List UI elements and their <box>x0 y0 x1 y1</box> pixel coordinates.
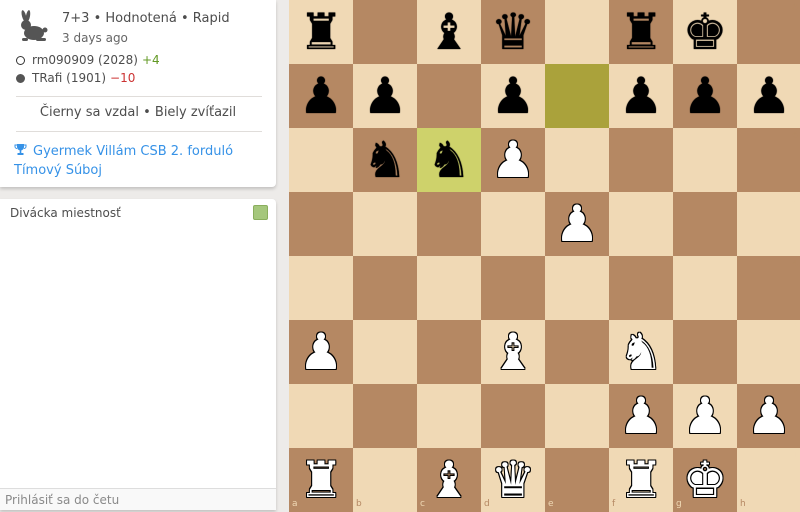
square-c3[interactable] <box>417 320 481 384</box>
tournament-link[interactable]: Gyermek Villám CSB 2. forduló Tímový Súb… <box>14 142 266 180</box>
square-d2[interactable] <box>481 384 545 448</box>
white-bishop-piece[interactable]: ♝ <box>481 320 545 384</box>
chess-board[interactable]: 8 7 6 5 4 3 2 1 a b c d e f g h ♜ ♝ ♛ ♜ ♚ ♟ ♟ ♟ ♟ ♟ ♟ ♞ ♞ ♟ ♟ ♟ ♝ ♞ ♟ ♟ ♟ ♜ ♝ ♛… <box>289 0 800 512</box>
square-h1[interactable] <box>737 448 800 512</box>
square-a2[interactable] <box>289 384 353 448</box>
white-king-piece[interactable]: ♚ <box>673 448 737 512</box>
square-b2[interactable] <box>353 384 417 448</box>
chat-toggle[interactable] <box>253 205 268 220</box>
game-info-panel: 7+3 • Hodnotená • Rapid 3 days ago rm090… <box>0 0 276 187</box>
player-white[interactable]: rm090909 (2028) +4 <box>16 53 160 67</box>
white-pawn-piece[interactable]: ♟ <box>481 128 545 192</box>
game-title: 7+3 • Hodnotená • Rapid <box>62 11 230 26</box>
square-g5[interactable] <box>673 192 737 256</box>
white-knight-piece[interactable]: ♞ <box>609 320 673 384</box>
square-a6[interactable] <box>289 128 353 192</box>
square-g4[interactable] <box>673 256 737 320</box>
square-h6[interactable] <box>737 128 800 192</box>
black-pawn-piece[interactable]: ♟ <box>609 64 673 128</box>
black-knight-piece[interactable]: ♞ <box>417 128 481 192</box>
square-a5[interactable] <box>289 192 353 256</box>
black-rook-piece[interactable]: ♜ <box>289 0 353 64</box>
square-e8[interactable] <box>545 0 609 64</box>
rating-diff: +4 <box>141 53 160 67</box>
black-king-piece[interactable]: ♚ <box>673 0 737 64</box>
player-name[interactable]: rm090909 (2028) <box>32 53 138 67</box>
square-a4[interactable] <box>289 256 353 320</box>
square-b5[interactable] <box>353 192 417 256</box>
black-side-icon <box>16 73 25 83</box>
square-b3[interactable] <box>353 320 417 384</box>
square-b4[interactable] <box>353 256 417 320</box>
black-pawn-piece[interactable]: ♟ <box>481 64 545 128</box>
black-pawn-piece[interactable]: ♟ <box>673 64 737 128</box>
white-pawn-piece[interactable]: ♟ <box>737 384 800 448</box>
trophy-icon <box>14 144 27 155</box>
square-h8[interactable] <box>737 0 800 64</box>
divider <box>16 131 262 132</box>
game-date: 3 days ago <box>62 31 128 45</box>
black-queen-piece[interactable]: ♛ <box>481 0 545 64</box>
square-e3[interactable] <box>545 320 609 384</box>
chat-panel: Divácka miestnosť Prihlásiť sa do četu <box>0 199 276 510</box>
square-d4[interactable] <box>481 256 545 320</box>
square-c2[interactable] <box>417 384 481 448</box>
square-e2[interactable] <box>545 384 609 448</box>
black-rook-piece[interactable]: ♜ <box>609 0 673 64</box>
white-rook-piece[interactable]: ♜ <box>289 448 353 512</box>
black-pawn-piece[interactable]: ♟ <box>289 64 353 128</box>
divider <box>16 96 262 97</box>
rabbit-icon <box>21 10 48 41</box>
rating-diff: −10 <box>110 71 136 85</box>
square-c4[interactable] <box>417 256 481 320</box>
player-black[interactable]: TRafi (1901) −10 <box>16 71 135 85</box>
player-name[interactable]: TRafi (1901) <box>32 71 106 85</box>
white-bishop-piece[interactable]: ♝ <box>417 448 481 512</box>
tournament-name[interactable]: Gyermek Villám CSB 2. forduló Tímový Súb… <box>14 144 233 178</box>
white-pawn-piece[interactable]: ♟ <box>545 192 609 256</box>
square-f6[interactable] <box>609 128 673 192</box>
white-pawn-piece[interactable]: ♟ <box>289 320 353 384</box>
black-bishop-piece[interactable]: ♝ <box>417 0 481 64</box>
square-e4[interactable] <box>545 256 609 320</box>
black-pawn-piece[interactable]: ♟ <box>737 64 800 128</box>
square-h3[interactable] <box>737 320 800 384</box>
chat-title: Divácka miestnosť <box>10 206 121 220</box>
white-rook-piece[interactable]: ♜ <box>609 448 673 512</box>
square-c7[interactable] <box>417 64 481 128</box>
white-pawn-piece[interactable]: ♟ <box>609 384 673 448</box>
black-pawn-piece[interactable]: ♟ <box>353 64 417 128</box>
square-f5[interactable] <box>609 192 673 256</box>
square-h5[interactable] <box>737 192 800 256</box>
square-e1[interactable] <box>545 448 609 512</box>
square-b1[interactable] <box>353 448 417 512</box>
square-d5[interactable] <box>481 192 545 256</box>
square-g6[interactable] <box>673 128 737 192</box>
square-e7[interactable] <box>545 64 609 128</box>
square-c5[interactable] <box>417 192 481 256</box>
white-queen-piece[interactable]: ♛ <box>481 448 545 512</box>
white-side-icon <box>16 55 25 65</box>
white-pawn-piece[interactable]: ♟ <box>673 384 737 448</box>
square-f4[interactable] <box>609 256 673 320</box>
black-knight-piece[interactable]: ♞ <box>353 128 417 192</box>
chat-input[interactable]: Prihlásiť sa do četu <box>0 488 276 510</box>
square-b8[interactable] <box>353 0 417 64</box>
game-result: Čierny sa vzdal • Biely zvíťazil <box>39 105 237 120</box>
square-g3[interactable] <box>673 320 737 384</box>
square-h4[interactable] <box>737 256 800 320</box>
square-e6[interactable] <box>545 128 609 192</box>
